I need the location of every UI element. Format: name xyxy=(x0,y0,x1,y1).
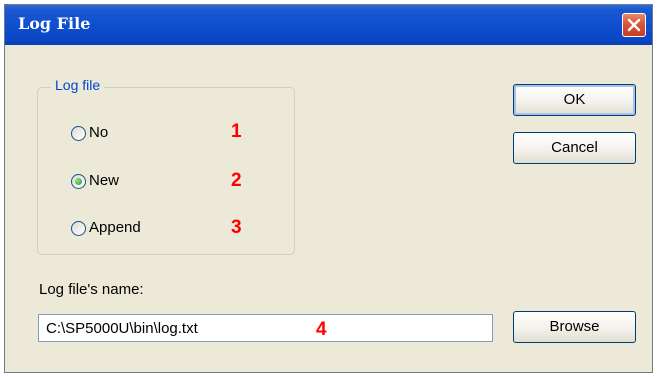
window-title: Log File xyxy=(18,14,91,33)
radio-append[interactable] xyxy=(71,221,86,236)
log-file-name-input[interactable]: C:\SP5000U\bin\log.txt xyxy=(38,314,493,342)
close-icon xyxy=(627,18,641,32)
radio-label-no[interactable]: No xyxy=(89,124,108,141)
close-button[interactable] xyxy=(622,13,646,37)
ok-button[interactable]: OK xyxy=(513,84,636,116)
radio-selected-dot xyxy=(75,178,82,185)
groupbox-legend: Log file xyxy=(51,77,105,93)
log-file-name-label: Log file's name: xyxy=(39,281,144,298)
log-file-dialog: Log File Log file No 1 New 2 Append 3 OK… xyxy=(4,4,653,373)
radio-new[interactable] xyxy=(71,174,86,189)
radio-label-append[interactable]: Append xyxy=(89,219,141,236)
callout-3: 3 xyxy=(231,217,242,238)
callout-1: 1 xyxy=(231,121,242,142)
browse-button[interactable]: Browse xyxy=(513,311,636,343)
radio-label-new[interactable]: New xyxy=(89,172,119,189)
cancel-button[interactable]: Cancel xyxy=(513,132,636,164)
callout-2: 2 xyxy=(231,170,242,191)
callout-4: 4 xyxy=(316,319,327,340)
radio-no[interactable] xyxy=(71,126,86,141)
title-bar[interactable]: Log File xyxy=(5,5,652,45)
